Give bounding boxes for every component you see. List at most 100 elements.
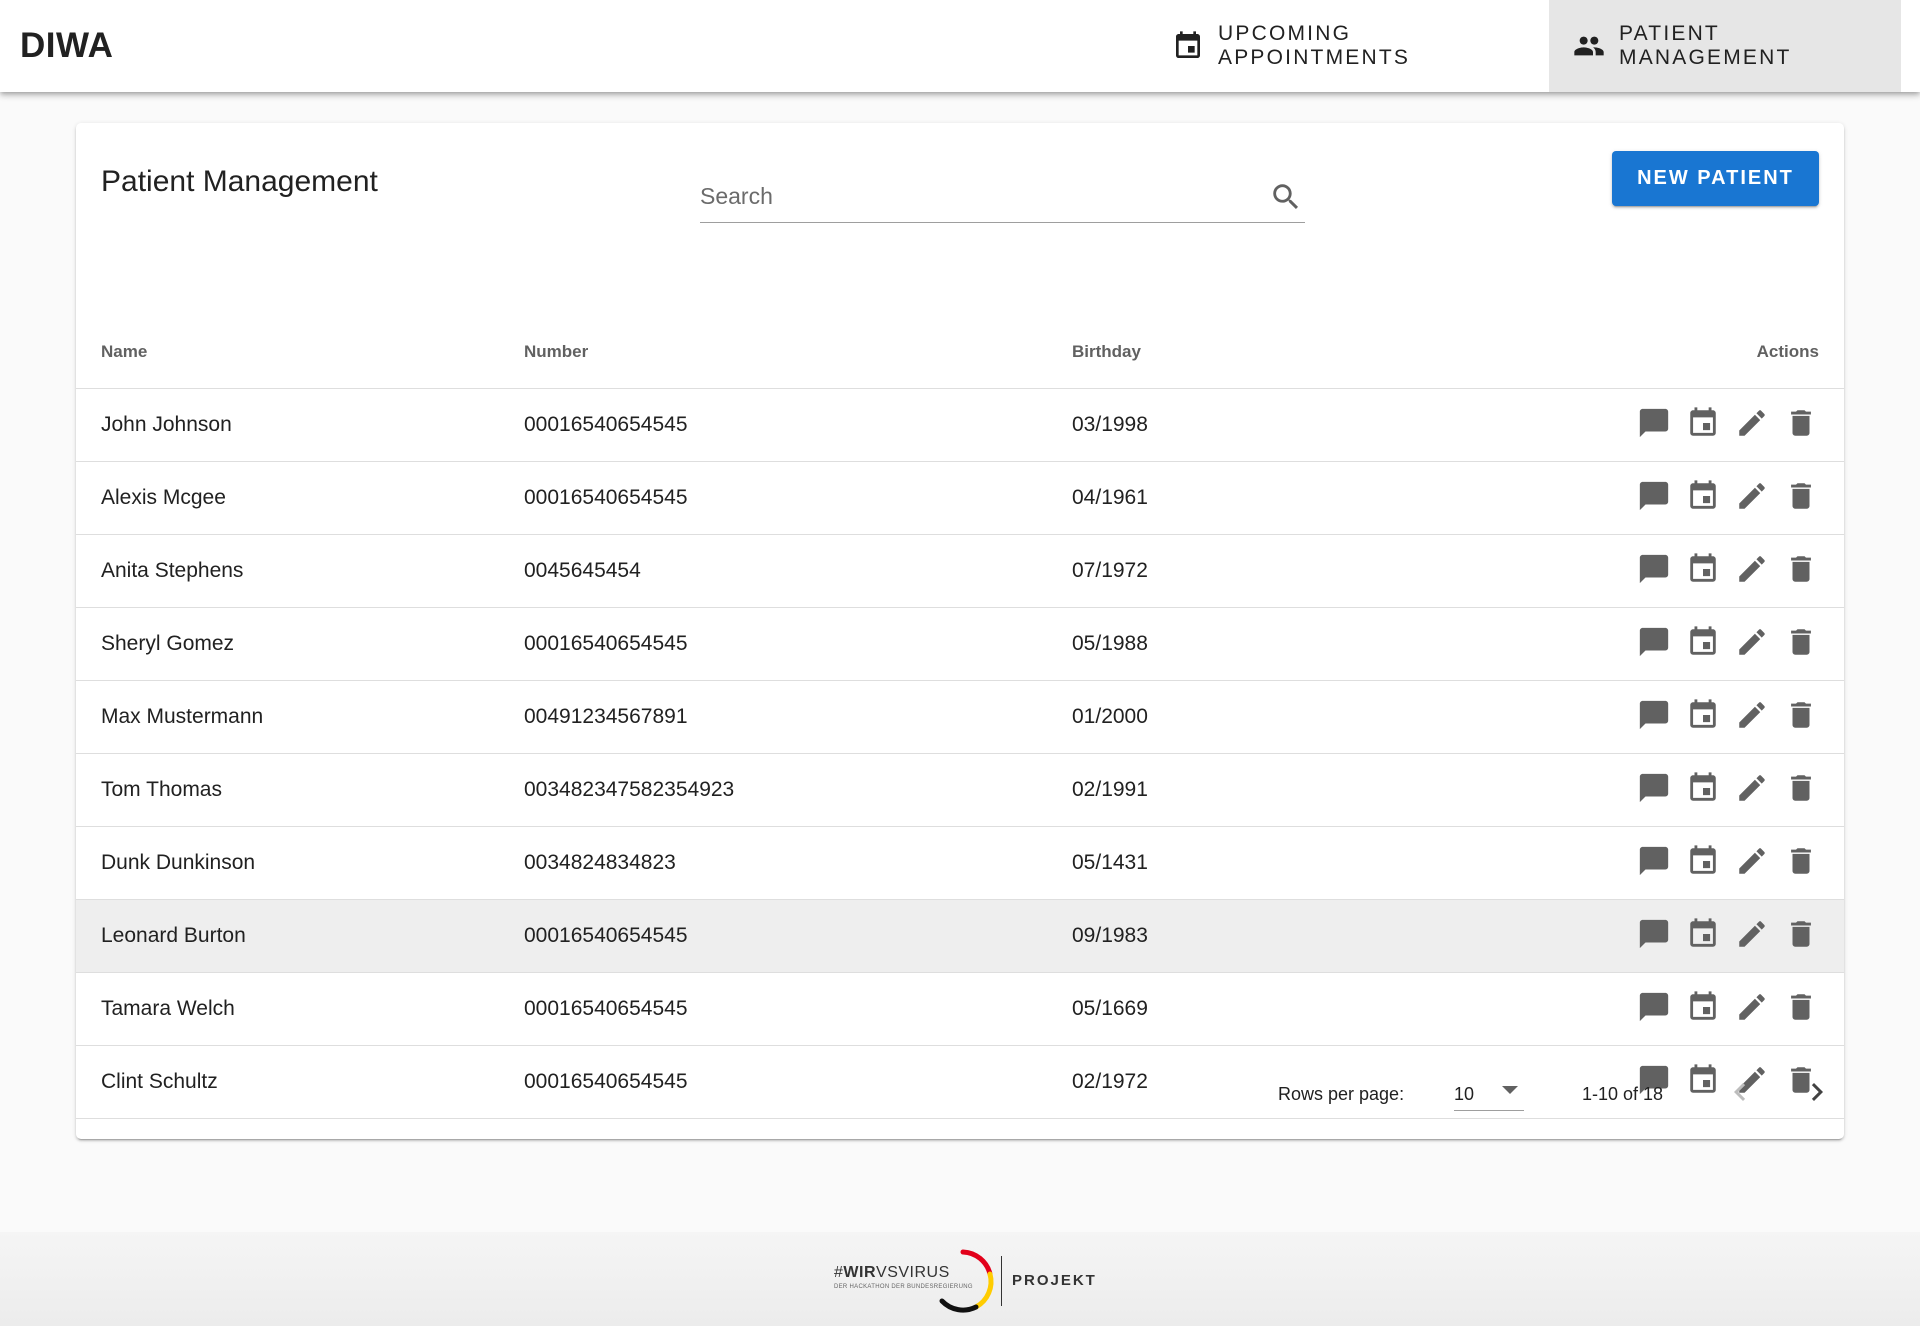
row-actions-group	[1636, 989, 1819, 1025]
row-actions-group	[1636, 624, 1819, 660]
nav-patient-management[interactable]: PATIENT MANAGEMENT	[1549, 0, 1901, 92]
patient-birthday: 05/1988	[1072, 607, 1572, 681]
row-actions	[1572, 680, 1844, 754]
delete-button[interactable]	[1783, 843, 1819, 879]
table-row[interactable]: Alexis Mcgee 00016540654545 04/1961	[76, 461, 1844, 535]
patients-table: Name Number Birthday Actions John Johnso…	[76, 316, 1844, 1119]
row-actions	[1572, 388, 1844, 462]
edit-button[interactable]	[1734, 478, 1770, 514]
column-header-name[interactable]: Name	[76, 316, 524, 389]
message-button[interactable]	[1636, 843, 1672, 879]
table-row[interactable]: Dunk Dunkinson 0034824834823 05/1431	[76, 826, 1844, 900]
nav-upcoming-label: UPCOMING APPOINTMENTS	[1218, 22, 1411, 69]
message-button[interactable]	[1636, 624, 1672, 660]
edit-button[interactable]	[1734, 551, 1770, 587]
new-patient-button[interactable]: NEW PATIENT	[1612, 151, 1819, 206]
edit-button[interactable]	[1734, 624, 1770, 660]
table-row[interactable]: Leonard Burton 00016540654545 09/1983	[76, 899, 1844, 973]
edit-button[interactable]	[1734, 843, 1770, 879]
search-input[interactable]	[700, 173, 1240, 219]
patient-number: 003482347582354923	[524, 753, 1072, 827]
table-row[interactable]: Sheryl Gomez 00016540654545 05/1988	[76, 607, 1844, 681]
delete-icon	[1791, 555, 1811, 582]
delete-button[interactable]	[1783, 624, 1819, 660]
table-row[interactable]: Tom Thomas 003482347582354923 02/1991	[76, 753, 1844, 827]
schedule-appointment-button[interactable]	[1685, 989, 1721, 1025]
row-actions	[1572, 899, 1844, 973]
caret-down-icon	[1502, 1086, 1518, 1094]
schedule-appointment-button[interactable]	[1685, 624, 1721, 660]
app-bar: DIWA UPCOMING APPOINTMENTS PATIENT MANAG…	[0, 0, 1920, 92]
edit-button[interactable]	[1734, 697, 1770, 733]
page-title: Patient Management	[101, 165, 378, 198]
row-actions-group	[1636, 478, 1819, 514]
table-row[interactable]: Max Mustermann 00491234567891 01/2000	[76, 680, 1844, 754]
patient-birthday: 03/1998	[1072, 388, 1572, 462]
message-button[interactable]	[1636, 989, 1672, 1025]
table-row[interactable]: Tamara Welch 00016540654545 05/1669	[76, 972, 1844, 1046]
nav-patients-label: PATIENT MANAGEMENT	[1619, 22, 1792, 69]
logo-wir: WIR	[843, 1264, 877, 1281]
message-button[interactable]	[1636, 551, 1672, 587]
table-row[interactable]: John Johnson 00016540654545 03/1998	[76, 388, 1844, 462]
calendar-icon	[1690, 552, 1716, 582]
delete-button[interactable]	[1783, 551, 1819, 587]
column-header-birthday[interactable]: Birthday	[1072, 316, 1572, 389]
table-row[interactable]: Anita Stephens 0045645454 07/1972	[76, 534, 1844, 608]
calendar-icon	[1690, 698, 1716, 728]
schedule-appointment-button[interactable]	[1685, 478, 1721, 514]
delete-button[interactable]	[1783, 405, 1819, 441]
delete-icon	[1791, 701, 1811, 728]
edit-button[interactable]	[1734, 916, 1770, 952]
search-field	[700, 173, 1305, 223]
edit-button[interactable]	[1734, 405, 1770, 441]
delete-icon	[1791, 482, 1811, 509]
delete-button[interactable]	[1783, 989, 1819, 1025]
patient-name: Dunk Dunkinson	[76, 826, 524, 900]
schedule-appointment-button[interactable]	[1685, 551, 1721, 587]
delete-icon	[1791, 774, 1811, 801]
message-button[interactable]	[1636, 405, 1672, 441]
pagination: Rows per page: 10 1-10 of 18	[76, 1056, 1844, 1136]
patient-name: Sheryl Gomez	[76, 607, 524, 681]
row-actions-group	[1636, 697, 1819, 733]
calendar-icon	[1690, 990, 1716, 1020]
next-page-button[interactable]	[1799, 1074, 1835, 1110]
patient-number: 00016540654545	[524, 388, 1072, 462]
message-icon	[1639, 554, 1669, 583]
patient-number: 00491234567891	[524, 680, 1072, 754]
row-actions	[1572, 972, 1844, 1046]
message-button[interactable]	[1636, 697, 1672, 733]
message-icon	[1639, 773, 1669, 802]
message-button[interactable]	[1636, 478, 1672, 514]
patient-number: 00016540654545	[524, 972, 1072, 1046]
nav-upcoming-appointments[interactable]: UPCOMING APPOINTMENTS	[1148, 0, 1548, 92]
message-button[interactable]	[1636, 916, 1672, 952]
search-icon[interactable]	[1269, 180, 1303, 214]
chevron-left-icon	[1734, 1083, 1746, 1101]
schedule-appointment-button[interactable]	[1685, 770, 1721, 806]
delete-button[interactable]	[1783, 478, 1819, 514]
schedule-appointment-button[interactable]	[1685, 405, 1721, 441]
calendar-icon	[1176, 31, 1200, 58]
column-header-number[interactable]: Number	[524, 316, 1072, 389]
message-button[interactable]	[1636, 770, 1672, 806]
edit-icon	[1739, 409, 1765, 436]
calendar-icon	[1690, 844, 1716, 874]
edit-button[interactable]	[1734, 770, 1770, 806]
patient-number: 0034824834823	[524, 826, 1072, 900]
delete-button[interactable]	[1783, 770, 1819, 806]
previous-page-button[interactable]	[1722, 1074, 1758, 1110]
logo-hash: #	[834, 1264, 844, 1281]
edit-button[interactable]	[1734, 989, 1770, 1025]
schedule-appointment-button[interactable]	[1685, 697, 1721, 733]
edit-icon	[1739, 701, 1765, 728]
row-actions-group	[1636, 770, 1819, 806]
schedule-appointment-button[interactable]	[1685, 843, 1721, 879]
schedule-appointment-button[interactable]	[1685, 916, 1721, 952]
brand-title[interactable]: DIWA	[20, 0, 113, 92]
row-actions	[1572, 534, 1844, 608]
delete-button[interactable]	[1783, 697, 1819, 733]
delete-button[interactable]	[1783, 916, 1819, 952]
rows-per-page-select[interactable]: 10	[1454, 1070, 1524, 1111]
